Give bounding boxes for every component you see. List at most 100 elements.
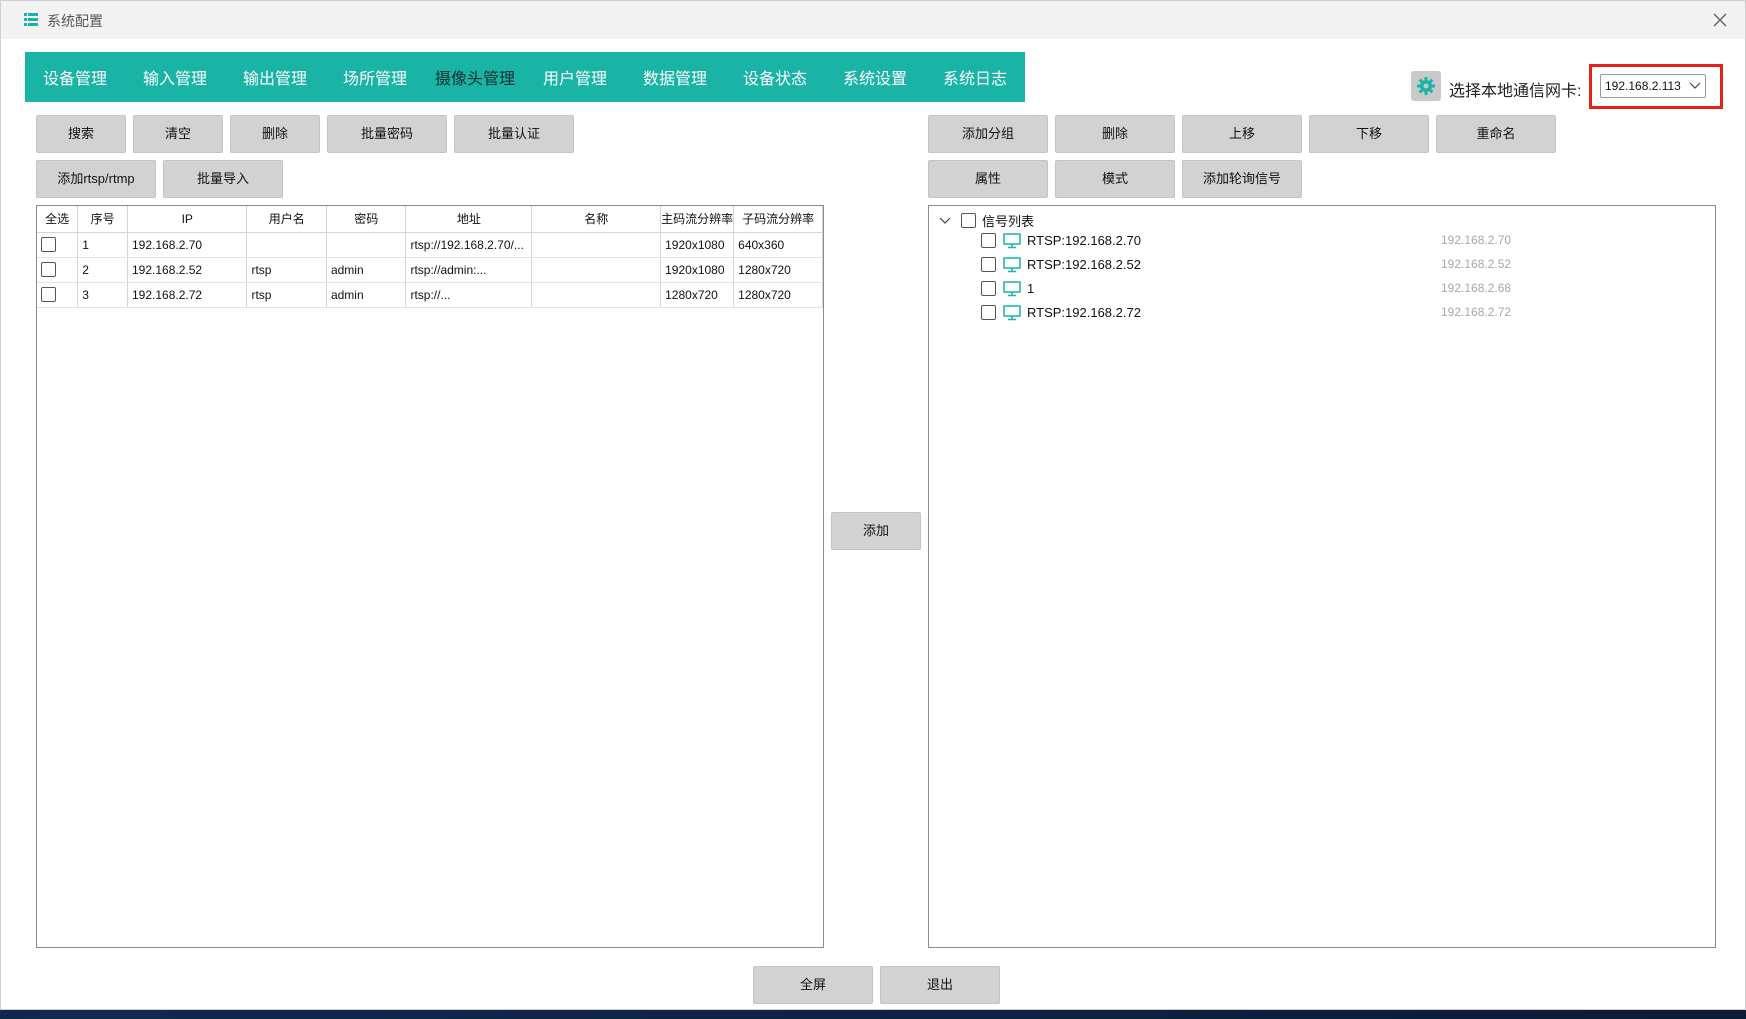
- user-cell: [246, 232, 327, 258]
- exit-button[interactable]: 退出: [880, 966, 1000, 1004]
- table-row[interactable]: 2 192.168.2.52 rtsp admin rtsp://admin:.…: [37, 257, 823, 283]
- signal-item[interactable]: RTSP:192.168.2.52 192.168.2.52: [981, 254, 1541, 276]
- tab-camera-management[interactable]: 摄像头管理: [425, 65, 525, 89]
- tab-system-settings[interactable]: 系统设置: [825, 65, 925, 89]
- index-cell: 1: [77, 232, 128, 258]
- batch-password-button[interactable]: 批量密码: [327, 115, 447, 153]
- mode-button[interactable]: 模式: [1055, 160, 1175, 198]
- password-cell: [326, 232, 407, 258]
- fullscreen-button[interactable]: 全屏: [753, 966, 873, 1004]
- select-all-header[interactable]: 全选: [37, 206, 79, 233]
- monitor-icon: [1003, 305, 1021, 321]
- column-header[interactable]: 名称: [531, 206, 662, 233]
- delete-camera-button[interactable]: 删除: [230, 115, 320, 153]
- main-res-cell: 1920x1080: [660, 257, 735, 283]
- window-title: 系统配置: [47, 13, 103, 29]
- move-up-button[interactable]: 上移: [1182, 115, 1302, 153]
- row-checkbox[interactable]: [41, 237, 56, 253]
- address-cell: rtsp://admin:...: [405, 257, 533, 283]
- column-header[interactable]: 密码: [326, 206, 407, 233]
- tab-input-management[interactable]: 输入管理: [125, 65, 225, 89]
- column-header[interactable]: 主码流分辨率: [660, 206, 735, 233]
- close-icon[interactable]: [1709, 9, 1731, 31]
- signal-tree-root-label: 信号列表: [982, 213, 1035, 229]
- signal-tree-panel: 信号列表 RTSP:192.168.2.70 192.168.2.70 RTSP…: [928, 205, 1716, 948]
- tab-data-management[interactable]: 数据管理: [625, 65, 725, 89]
- signal-label: RTSP:192.168.2.72: [1027, 305, 1141, 320]
- nic-dropdown[interactable]: 192.168.2.113: [1600, 74, 1706, 98]
- signal-checkbox[interactable]: [981, 257, 996, 272]
- address-cell: rtsp://...: [405, 282, 533, 308]
- table-row[interactable]: 3 192.168.2.72 rtsp admin rtsp://... 128…: [37, 282, 823, 308]
- tab-system-log[interactable]: 系统日志: [925, 65, 1025, 89]
- column-header[interactable]: 子码流分辨率: [733, 206, 823, 233]
- tab-device-status[interactable]: 设备状态: [725, 65, 825, 89]
- nic-label: 选择本地通信网卡:: [1449, 83, 1582, 100]
- monitor-icon: [1003, 233, 1021, 249]
- tab-user-management[interactable]: 用户管理: [525, 65, 625, 89]
- password-cell: admin: [326, 282, 407, 308]
- row-checkbox-cell[interactable]: [37, 232, 79, 258]
- signal-ip: 192.168.2.52: [1441, 257, 1512, 271]
- signal-ip: 192.168.2.68: [1441, 281, 1512, 295]
- main-tab-bar: 设备管理 输入管理 输出管理 场所管理 摄像头管理 用户管理 数据管理 设备状态…: [25, 52, 1025, 102]
- user-cell: rtsp: [246, 257, 327, 283]
- ip-cell: 192.168.2.72: [127, 282, 248, 308]
- column-header[interactable]: 用户名: [246, 206, 327, 233]
- system-config-window: 系统配置 设备管理 输入管理 输出管理 场所管理 摄像头管理 用户管理 数据管理…: [0, 0, 1746, 1010]
- main-res-cell: 1280x720: [660, 282, 735, 308]
- properties-button[interactable]: 属性: [928, 160, 1048, 198]
- add-to-signal-list-button[interactable]: 添加: [831, 512, 921, 550]
- name-cell: [531, 282, 662, 308]
- move-down-button[interactable]: 下移: [1309, 115, 1429, 153]
- signal-ip: 192.168.2.72: [1441, 305, 1512, 319]
- add-rtsp-button[interactable]: 添加rtsp/rtmp: [36, 160, 156, 198]
- tab-output-management[interactable]: 输出管理: [225, 65, 325, 89]
- batch-import-button[interactable]: 批量导入: [163, 160, 283, 198]
- signal-label: 1: [1027, 281, 1035, 296]
- name-cell: [531, 257, 662, 283]
- column-header[interactable]: 地址: [405, 206, 533, 233]
- signal-label: RTSP:192.168.2.52: [1027, 257, 1141, 272]
- monitor-icon: [1003, 257, 1021, 273]
- tab-device-management[interactable]: 设备管理: [25, 65, 125, 89]
- signal-item[interactable]: RTSP:192.168.2.72 192.168.2.72: [981, 302, 1541, 324]
- table-row[interactable]: 1 192.168.2.70 rtsp://192.168.2.70/... 1…: [37, 232, 823, 258]
- column-header[interactable]: IP: [127, 206, 248, 233]
- column-header[interactable]: 序号: [77, 206, 128, 233]
- add-polling-signal-button[interactable]: 添加轮询信号: [1182, 160, 1302, 198]
- signal-checkbox[interactable]: [981, 305, 996, 320]
- user-cell: rtsp: [246, 282, 327, 308]
- index-cell: 3: [77, 282, 128, 308]
- chevron-down-icon[interactable]: [939, 214, 951, 226]
- row-checkbox[interactable]: [41, 262, 56, 278]
- app-icon: [24, 13, 38, 26]
- nic-selected-value: 192.168.2.113: [1605, 79, 1681, 93]
- row-checkbox-cell[interactable]: [37, 257, 79, 283]
- camera-table: 全选 序号 IP 用户名 密码 地址 名称 主码流分辨率 子码流分辨率 1 19…: [37, 206, 823, 308]
- monitor-icon: [1003, 281, 1021, 297]
- rename-button[interactable]: 重命名: [1436, 115, 1556, 153]
- row-checkbox[interactable]: [41, 287, 56, 303]
- signal-checkbox[interactable]: [981, 233, 996, 248]
- ip-cell: 192.168.2.52: [127, 257, 248, 283]
- index-cell: 2: [77, 257, 128, 283]
- ip-cell: 192.168.2.70: [127, 232, 248, 258]
- signal-tree-root[interactable]: 信号列表: [939, 210, 1034, 230]
- root-checkbox[interactable]: [961, 212, 976, 228]
- batch-auth-button[interactable]: 批量认证: [454, 115, 574, 153]
- signal-item[interactable]: RTSP:192.168.2.70 192.168.2.70: [981, 230, 1541, 252]
- tab-venue-management[interactable]: 场所管理: [325, 65, 425, 89]
- search-button[interactable]: 搜索: [36, 115, 126, 153]
- clear-button[interactable]: 清空: [133, 115, 223, 153]
- add-group-button[interactable]: 添加分组: [928, 115, 1048, 153]
- signal-checkbox[interactable]: [981, 281, 996, 296]
- row-checkbox-cell[interactable]: [37, 282, 79, 308]
- signal-item[interactable]: 1 192.168.2.68: [981, 278, 1541, 300]
- delete-signal-button[interactable]: 删除: [1055, 115, 1175, 153]
- title-bar: 系统配置: [1, 1, 1745, 39]
- sub-res-cell: 640x360: [733, 232, 823, 258]
- sub-res-cell: 1280x720: [733, 282, 823, 308]
- settings-gear-button[interactable]: [1411, 71, 1441, 101]
- signal-ip: 192.168.2.70: [1441, 233, 1512, 247]
